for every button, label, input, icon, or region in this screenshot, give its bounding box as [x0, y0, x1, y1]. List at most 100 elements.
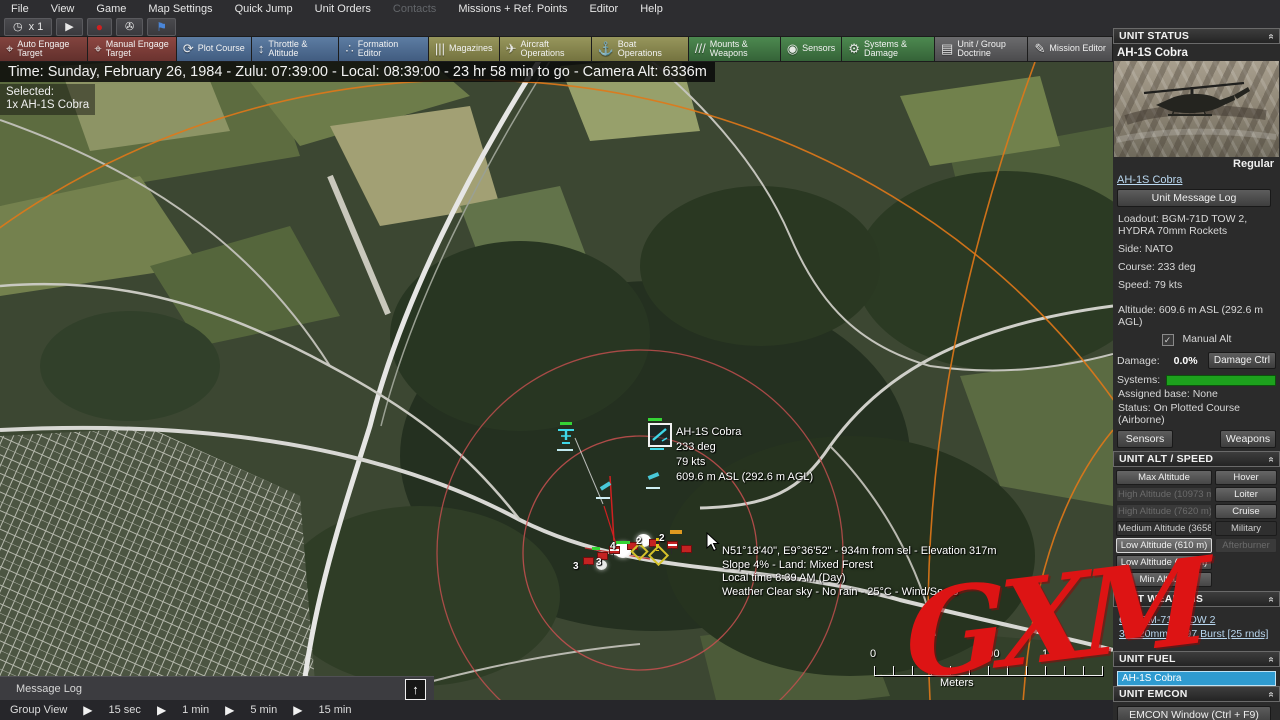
wingman-microlabel	[557, 449, 573, 451]
magazines-label: Magazines	[448, 43, 493, 54]
low-altitude-305-button[interactable]: Low Altitude (305 m)	[1116, 555, 1212, 570]
collapse-chevron-icon: «	[1265, 656, 1277, 662]
wingman-health-bar	[560, 422, 572, 425]
group-view-toggle[interactable]: Group View	[0, 704, 77, 716]
altitude-line: Altitude: 609.6 m ASL (292.6 m AGL)	[1118, 304, 1263, 328]
unit-alt-speed-header[interactable]: UNIT ALT / SPEED «	[1113, 451, 1280, 467]
manual-engage-label: Manual Engage Target	[105, 38, 169, 58]
weapons-list: 6x BGM-71D TOW 2 30x 20mm M197 Burst [25…	[1113, 607, 1280, 651]
aircraft-operations-button[interactable]: ✈ Aircraft Operations	[499, 36, 592, 62]
menu-quick-jump[interactable]: Quick Jump	[224, 0, 304, 18]
step-arrow-icon[interactable]: ▶	[287, 703, 308, 717]
cruise-button[interactable]: Cruise	[1215, 504, 1277, 519]
mounts-weapons-button[interactable]: /// Mounts & Weapons	[688, 36, 781, 62]
course-line: Course: 233 deg	[1118, 261, 1196, 273]
weapons-panel-button[interactable]: Weapons	[1220, 430, 1276, 448]
cluster-count: 2	[659, 533, 665, 544]
time-compression-value: x 1	[28, 21, 44, 33]
menu-map-settings[interactable]: Map Settings	[137, 0, 223, 18]
manual-alt-label: Manual Alt	[1182, 333, 1232, 345]
weapon-tow-link[interactable]: 6x BGM-71D TOW 2	[1119, 614, 1215, 626]
hostile-ground-unit-icon[interactable]	[583, 557, 594, 570]
systems-health-bar	[1166, 374, 1276, 386]
bottom-status-bar: Group View ▶ 15 sec ▶ 1 min ▶ 5 min ▶ 15…	[0, 700, 1113, 720]
doctrine-label: Unit / Group Doctrine	[957, 38, 1006, 58]
cluster-health-bar	[592, 547, 600, 550]
sensors-panel-button[interactable]: Sensors	[1117, 430, 1173, 448]
tactical-map[interactable]: Time: Sunday, February 26, 1984 - Zulu: …	[0, 36, 1113, 720]
step-arrow-icon[interactable]: ▶	[151, 703, 172, 717]
manual-alt-checkbox[interactable]: ✓	[1161, 334, 1174, 346]
medium-altitude-button[interactable]: Medium Altitude (3658 m)	[1116, 521, 1212, 536]
menu-missions-ref-points[interactable]: Missions + Ref. Points	[447, 0, 578, 18]
magazines-button[interactable]: ||| Magazines	[428, 36, 500, 62]
loiter-button[interactable]: Loiter	[1215, 487, 1277, 502]
menu-game[interactable]: Game	[85, 0, 137, 18]
fuel-unit-list-item[interactable]: AH-1S Cobra	[1117, 671, 1276, 686]
message-log-bar[interactable]: Message Log ↑	[0, 676, 434, 700]
bookmark-flag-button[interactable]: ⚑	[147, 18, 176, 36]
clock-icon: ◷	[13, 20, 23, 33]
menu-file[interactable]: File	[0, 0, 40, 18]
unit-db-link[interactable]: AH-1S Cobra	[1117, 174, 1182, 186]
selected-unit-icon[interactable]	[648, 423, 672, 447]
time-step-15sec[interactable]: 15 sec	[99, 704, 151, 716]
command-app-window: File View Game Map Settings Quick Jump U…	[0, 0, 1280, 720]
scale-baseline	[874, 675, 1103, 676]
unit-group-doctrine-button[interactable]: ▤ Unit / Group Doctrine	[935, 36, 1029, 62]
auto-engage-target-button[interactable]: ⌖ Auto Engage Target	[0, 36, 89, 62]
aircraft-operations-label: Aircraft Operations	[520, 38, 565, 58]
helicopter-symbol-icon	[652, 428, 668, 442]
unit-datablock-course: 233 deg	[676, 441, 716, 453]
time-compression-button[interactable]: ◷ x 1	[4, 18, 53, 36]
selection-title: Selected:	[6, 86, 54, 98]
hostile-ground-unit-icon[interactable]	[681, 545, 692, 558]
menu-view[interactable]: View	[40, 0, 86, 18]
throttle-altitude-button[interactable]: ↕ Throttle & Altitude	[251, 36, 340, 62]
boat-operations-button[interactable]: ⚓ Boat Operations	[591, 36, 689, 62]
damage-row: Damage: 0.0% Damage Ctrl	[1113, 352, 1280, 369]
unit-status-header[interactable]: UNIT STATUS «	[1113, 28, 1280, 44]
sensors-button[interactable]: ◉ Sensors	[780, 36, 843, 62]
satellite-map-art	[0, 36, 1113, 720]
tooltip-coords: N51°18'40", E9°36'52" - 934m from sel - …	[722, 545, 997, 557]
max-altitude-button[interactable]: Max Altitude	[1116, 470, 1212, 485]
formation-editor-button[interactable]: ∴ Formation Editor	[339, 36, 429, 62]
play-button[interactable]: ▶	[56, 18, 83, 36]
damage-ctrl-button[interactable]: Damage Ctrl	[1207, 352, 1276, 369]
time-step-1min[interactable]: 1 min	[172, 704, 219, 716]
time-step-5min[interactable]: 5 min	[240, 704, 287, 716]
auto-engage-icon: ⌖	[6, 41, 14, 57]
manual-alt-row: ✓ Manual Alt	[1113, 333, 1280, 346]
emcon-window-button[interactable]: EMCON Window (Ctrl + F9)	[1117, 706, 1271, 720]
systems-damage-label: Systems & Damage	[863, 38, 907, 58]
recorder-button[interactable]: ✇	[116, 18, 144, 36]
weapon-20mm-link[interactable]: 30x 20mm M197 Burst [25 rnds]	[1119, 628, 1268, 640]
low-altitude-610-button[interactable]: Low Altitude (610 m)	[1116, 538, 1212, 553]
collapse-chevron-icon: «	[1265, 691, 1277, 697]
wingman-helicopter-icon[interactable]	[554, 426, 578, 448]
unit-weapons-header[interactable]: UNIT WEAPONS «	[1113, 591, 1280, 607]
min-altitude-button[interactable]: Min Altitude	[1116, 572, 1212, 587]
menu-unit-orders[interactable]: Unit Orders	[304, 0, 382, 18]
unit-emcon-header[interactable]: UNIT EMCON «	[1113, 686, 1280, 702]
unit-message-log-button[interactable]: Unit Message Log	[1117, 189, 1271, 207]
step-arrow-icon[interactable]: ▶	[219, 703, 240, 717]
unit-fuel-header[interactable]: UNIT FUEL «	[1113, 651, 1280, 667]
hostile-ground-unit-icon[interactable]	[667, 541, 678, 554]
mission-editor-label: Mission Editor	[1049, 43, 1106, 54]
plot-course-button[interactable]: ⟳ Plot Course	[176, 36, 252, 62]
message-log-expand-button[interactable]: ↑	[405, 679, 426, 700]
step-arrow-icon[interactable]: ▶	[77, 703, 98, 717]
time-step-15min[interactable]: 15 min	[308, 704, 361, 716]
menu-help[interactable]: Help	[629, 0, 674, 18]
manual-engage-target-button[interactable]: ⌖ Manual Engage Target	[88, 36, 177, 62]
military-button[interactable]: Military	[1215, 521, 1277, 536]
cluster-count: 4	[610, 541, 616, 552]
systems-damage-button[interactable]: ⚙ Systems & Damage	[842, 36, 936, 62]
hover-button[interactable]: Hover	[1215, 470, 1277, 485]
menu-editor[interactable]: Editor	[578, 0, 629, 18]
mission-editor-button[interactable]: ✎ Mission Editor	[1028, 36, 1113, 62]
record-button[interactable]: ●	[86, 18, 113, 36]
selected-unit-health-bar	[648, 418, 662, 421]
